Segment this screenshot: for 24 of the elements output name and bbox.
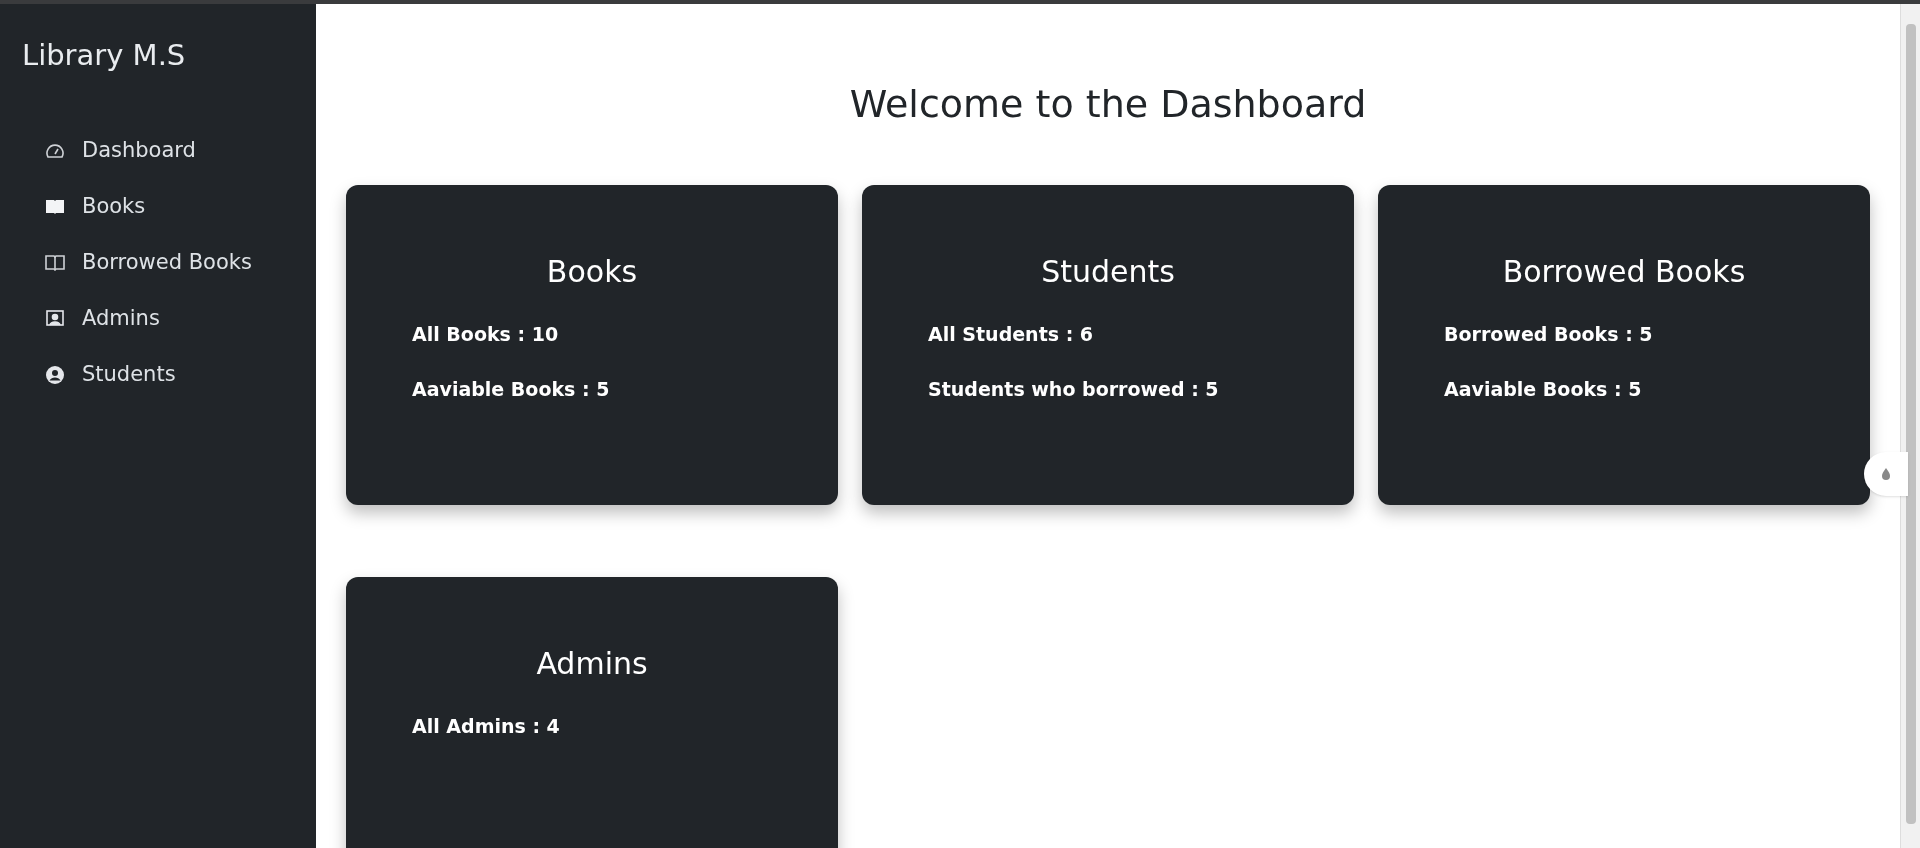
card-stat: All Students : 6 bbox=[928, 322, 1095, 347]
book-icon bbox=[45, 254, 65, 271]
card-title: Students bbox=[1040, 253, 1176, 291]
page-heading: Welcome to the Dashboard bbox=[848, 81, 1368, 128]
sidebar-link[interactable]: Dashboard bbox=[44, 133, 316, 168]
card-stat: Borrowed Books : 5 bbox=[1444, 322, 1654, 347]
sidebar-link[interactable]: Books bbox=[44, 189, 316, 224]
card-stat: All Books : 10 bbox=[412, 322, 560, 347]
person-card-icon bbox=[45, 308, 65, 329]
user-circle-icon bbox=[45, 364, 65, 385]
card-title: Books bbox=[545, 253, 639, 291]
sidebar-link[interactable]: Borrowed Books bbox=[44, 245, 316, 280]
sidebar-link[interactable]: Admins bbox=[44, 301, 316, 336]
card-stat: Aaviable Books : 5 bbox=[1444, 376, 1643, 402]
card-stat: All Admins : 4 bbox=[412, 714, 561, 739]
brand-title: Library M.S bbox=[21, 37, 187, 74]
sidebar-link[interactable]: Students bbox=[44, 357, 316, 392]
gauge-icon bbox=[45, 141, 65, 160]
card-stat: Aaviable Books : 5 bbox=[412, 376, 611, 402]
theme-toggle-button[interactable] bbox=[1864, 452, 1908, 496]
book-icon bbox=[45, 198, 65, 215]
card-title: Admins bbox=[535, 645, 649, 683]
card-title: Borrowed Books bbox=[1501, 253, 1747, 291]
card-stat: Students who borrowed : 5 bbox=[928, 376, 1220, 402]
